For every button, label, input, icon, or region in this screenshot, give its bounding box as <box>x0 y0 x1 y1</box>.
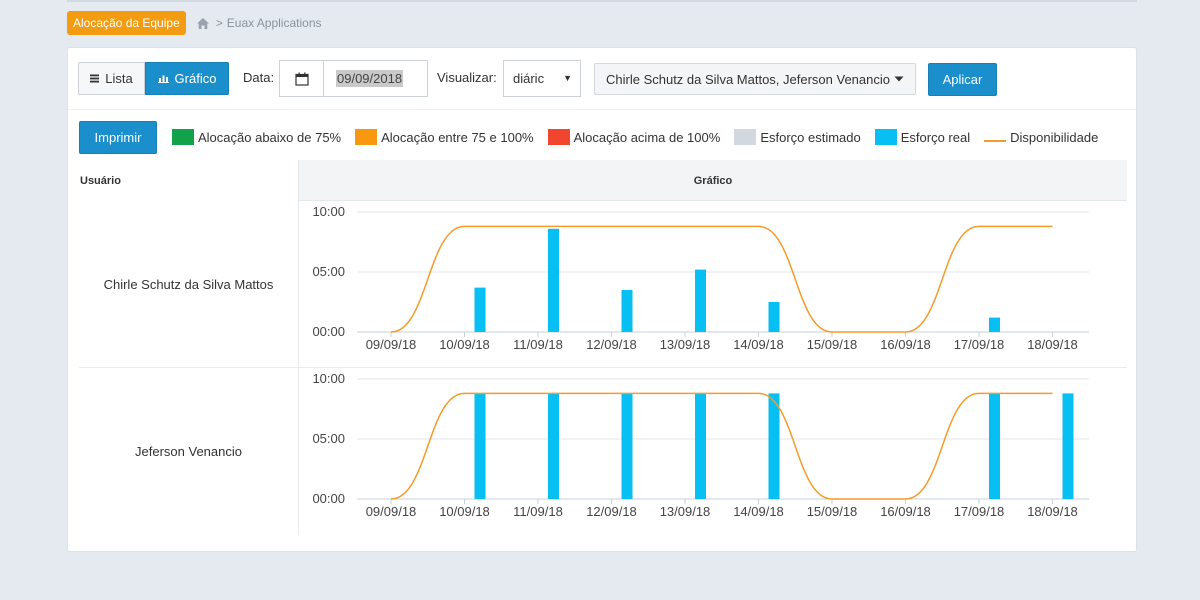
bar-effort-real <box>621 393 633 499</box>
date-value: 09/09/2018 <box>336 70 404 87</box>
chart-legend: Alocação abaixo de 75% Alocação entre 75 … <box>172 128 1112 146</box>
bar-effort-real <box>695 269 706 332</box>
row-user-name: Chirle Schutz da Silva Mattos <box>79 201 299 367</box>
x-tick-label: 12/09/18 <box>586 504 637 519</box>
filter-toolbar: Lista Gráfico Data: 09/09/2018 Visualiza… <box>68 48 1136 110</box>
legend-label: Esforço real <box>900 129 971 145</box>
y-tick-label: 00:00 <box>312 324 345 339</box>
allocation-chart: 00:00 05:00 10:00 09/09/18 10/09/18 11/09/18 1… <box>312 371 1089 519</box>
legend-label: Esforço estimado <box>760 129 861 145</box>
table-header: Usuário Gráfico <box>79 160 1127 201</box>
calendar-icon[interactable] <box>280 61 324 96</box>
x-tick-label: 09/09/18 <box>366 337 417 352</box>
bar-effort-real <box>695 393 706 499</box>
column-header-chart: Gráfico <box>693 174 733 187</box>
bar-effort-real <box>548 228 559 332</box>
row-chart-cell: 00:00 05:00 10:00 09/09/18 10/09/18 11/09/18 1… <box>299 368 1127 535</box>
list-icon <box>90 74 100 83</box>
x-tick-label: 12/09/18 <box>586 337 637 352</box>
x-tick-label: 10/09/18 <box>439 337 490 352</box>
y-tick-label: 10:00 <box>312 371 345 386</box>
view-list-button[interactable]: Lista <box>78 62 145 95</box>
x-tick-label: 11/09/18 <box>513 504 563 519</box>
bar-effort-real <box>474 287 486 332</box>
legend-label: Disponibilidade <box>1010 129 1099 145</box>
legend-swatch <box>355 129 378 145</box>
x-tick-label: 13/09/18 <box>660 337 711 352</box>
legend-swatch <box>172 129 194 145</box>
x-tick-label: 10/09/18 <box>439 504 490 519</box>
legend-item: Alocação entre 75 e 100% <box>355 129 534 145</box>
x-tick-label: 17/09/18 <box>954 504 1005 519</box>
breadcrumb: Alocação da Equipe > Euax Applications <box>67 11 322 35</box>
legend-label: Alocação abaixo de 75% <box>198 129 342 145</box>
date-picker[interactable]: 09/09/2018 <box>279 60 428 97</box>
x-tick-label: 17/09/18 <box>954 337 1005 352</box>
availability-line <box>390 392 1053 500</box>
legend-item: Disponibilidade <box>984 129 1098 145</box>
availability-line <box>390 225 1053 333</box>
date-label: Data: <box>243 70 275 85</box>
x-tick-label: 09/09/18 <box>366 504 417 519</box>
legend-item: Esforço estimado <box>734 129 861 145</box>
x-tick-label: 11/09/18 <box>513 337 563 352</box>
x-tick-label: 18/09/18 <box>1027 504 1078 519</box>
table-row: Jeferson Venancio 00:00 05:00 10:00 09/09/1… <box>79 368 1127 535</box>
legend-label: Alocação acima de 100% <box>573 129 721 145</box>
bar-chart-icon <box>157 75 169 83</box>
y-tick-label: 00:00 <box>312 491 345 506</box>
row-user-name: Jeferson Venancio <box>79 368 299 535</box>
view-list-label: Lista <box>105 71 133 86</box>
x-tick-label: 15/09/18 <box>807 504 858 519</box>
column-header-user: Usuário <box>79 160 299 201</box>
legend-label: Alocação entre 75 e 100% <box>381 129 534 145</box>
table-row: Chirle Schutz da Silva Mattos 00:00 05:00… <box>79 201 1127 368</box>
view-mode-select[interactable]: diáric ▼ <box>503 60 581 97</box>
bar-effort-real <box>989 393 1000 499</box>
legend-swatch <box>984 129 1007 145</box>
caret-down-icon <box>894 76 904 82</box>
bar-effort-real <box>474 393 486 499</box>
view-chart-label: Gráfico <box>174 71 217 86</box>
apply-button[interactable]: Aplicar <box>928 63 997 96</box>
y-tick-label: 05:00 <box>312 431 345 446</box>
bar-effort-real <box>1062 393 1074 499</box>
x-tick-label: 16/09/18 <box>880 337 931 352</box>
print-button[interactable]: Imprimir <box>79 121 157 154</box>
y-tick-label: 05:00 <box>312 264 345 279</box>
x-tick-label: 14/09/18 <box>733 504 784 519</box>
legend-swatch <box>547 129 570 145</box>
date-input[interactable]: 09/09/2018 <box>324 61 427 96</box>
legend-swatch <box>734 129 757 145</box>
x-tick-label: 18/09/18 <box>1027 337 1078 352</box>
breadcrumb-current-page: Alocação da Equipe <box>67 11 186 35</box>
bar-effort-real <box>621 290 633 332</box>
x-tick-label: 14/09/18 <box>733 337 784 352</box>
select-caret-icon: ▼ <box>563 73 572 83</box>
user-filter-label: Chirle Schutz da Silva Mattos, Jeferson … <box>606 71 890 87</box>
legend-item: Alocação acima de 100% <box>547 129 721 145</box>
view-mode-label: Visualizar: <box>437 70 497 85</box>
legend-item: Alocação abaixo de 75% <box>172 129 341 145</box>
bar-effort-real <box>768 393 780 499</box>
view-chart-button[interactable]: Gráfico <box>145 62 229 95</box>
home-icon[interactable] <box>196 16 210 30</box>
legend-swatch <box>874 129 897 145</box>
bar-effort-real <box>548 393 559 499</box>
user-filter-dropdown[interactable]: Chirle Schutz da Silva Mattos, Jeferson … <box>594 63 916 95</box>
x-tick-label: 13/09/18 <box>660 504 711 519</box>
breadcrumb-separator: > <box>215 16 223 30</box>
y-tick-label: 10:00 <box>312 204 345 219</box>
main-card: Lista Gráfico Data: 09/09/2018 Visualiza… <box>67 47 1137 552</box>
view-mode-value: diáric <box>513 71 545 86</box>
breadcrumb-link-applications[interactable]: Euax Applications <box>227 16 322 30</box>
bar-effort-real <box>989 317 1000 332</box>
x-tick-label: 15/09/18 <box>807 337 858 352</box>
top-divider <box>67 0 1137 2</box>
bar-effort-real <box>768 302 780 332</box>
legend-item: Esforço real <box>874 129 971 145</box>
x-tick-label: 16/09/18 <box>880 504 931 519</box>
allocation-chart: 00:00 05:00 10:00 09/09/18 10/09/18 11/09/18 1… <box>312 204 1089 352</box>
row-chart-cell: 00:00 05:00 10:00 09/09/18 10/09/18 11/09/18 1… <box>299 201 1127 367</box>
